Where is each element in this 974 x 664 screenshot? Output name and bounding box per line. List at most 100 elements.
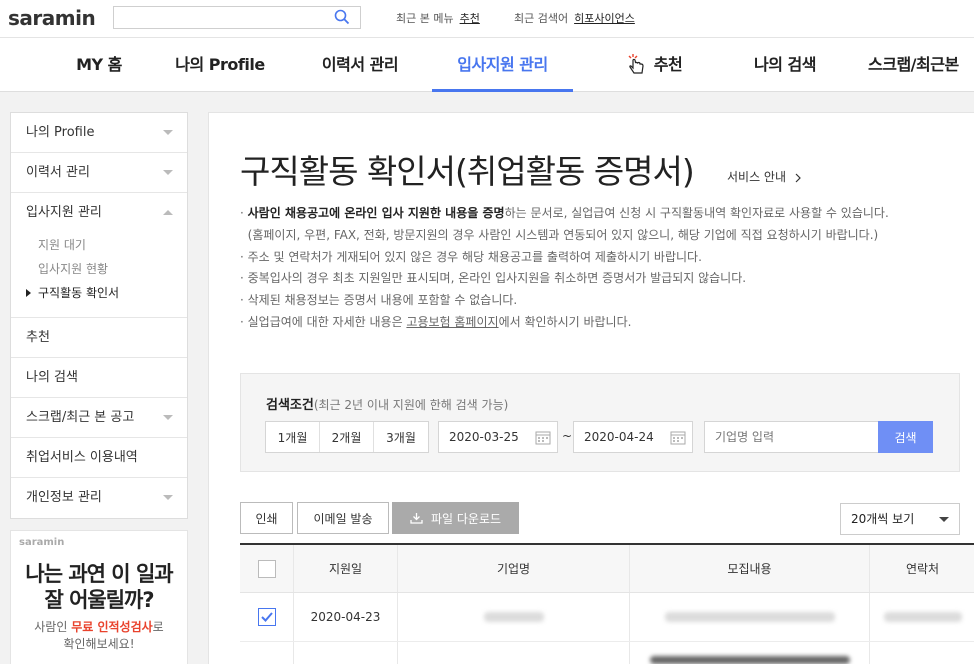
nav-my-profile[interactable]: 나의 Profile <box>160 38 280 92</box>
search-box[interactable] <box>113 6 361 29</box>
date-to-value: 2020-04-24 <box>584 430 654 444</box>
notice-list: · 사람인 채용공고에 온라인 입사 지원한 내용을 증명하는 문서로, 실업급… <box>240 203 970 334</box>
search-input[interactable] <box>120 7 330 28</box>
company-name-input[interactable] <box>704 421 880 453</box>
row-apply-date <box>294 642 398 664</box>
caret-down-icon <box>939 517 949 522</box>
per-page-select[interactable]: 20개씩 보기 <box>840 503 960 535</box>
row-checkbox-cell <box>240 593 294 641</box>
sidebar-item-label: 이력서 관리 <box>26 165 90 180</box>
search-button[interactable]: 검색 <box>878 421 933 453</box>
table-header: 지원일 기업명 모집내용 연락처 <box>240 545 974 593</box>
application-table: 지원일 기업명 모집내용 연락처 2020-04-23 <box>240 543 974 664</box>
nav-scrap-recent[interactable]: 스크랩/최근본 <box>868 38 974 92</box>
ad-subtitle: 사람인 무료 인적성검사로 확인해보세요! <box>11 619 187 653</box>
recent-search-label: 최근 검색어 <box>514 12 569 25</box>
row-company-redacted <box>398 642 630 664</box>
notice-item: · 실업급여에 대한 자세한 내용은 고용보험 홈페이지에서 확인하시기 바랍니… <box>240 314 632 329</box>
row-checkbox[interactable] <box>257 608 276 626</box>
nav-recommend[interactable]: 추천 <box>600 38 710 92</box>
nav-my-home[interactable]: MY 홈 <box>34 38 164 92</box>
header-contact: 연락처 <box>905 562 940 576</box>
sidebar-item-scrap[interactable]: 스크랩/최근 본 공고 <box>11 398 187 438</box>
employment-insurance-link[interactable]: 고용보험 홈페이지 <box>406 315 498 329</box>
email-send-button[interactable]: 이메일 발송 <box>297 502 389 534</box>
calendar-icon[interactable] <box>535 430 551 445</box>
notice-item: · 사람인 채용공고에 온라인 입사 지원한 내용을 증명하는 문서로, 실업급… <box>240 206 889 220</box>
sidebar-item-applications[interactable]: 입사지원 관리 <box>11 193 187 233</box>
date-from-value: 2020-03-25 <box>449 430 519 444</box>
service-guide-link[interactable]: 서비스 안내 <box>727 168 802 185</box>
recent-menu-link[interactable]: 추천 <box>460 12 480 25</box>
notice-text: 에서 확인하시기 바랍니다. <box>498 314 632 329</box>
period-2-month-button[interactable]: 2개월 <box>320 422 374 452</box>
row-checkbox-cell <box>240 642 294 664</box>
sidebar-item-personal-info[interactable]: 개인정보 관리 <box>11 478 187 518</box>
row-contact-redacted <box>870 593 974 641</box>
ad-sub-pre: 사람인 <box>34 620 72 634</box>
print-button[interactable]: 인쇄 <box>240 502 293 534</box>
redacted-text <box>664 612 835 622</box>
service-guide-label: 서비스 안내 <box>727 170 787 184</box>
period-1-month-button[interactable]: 1개월 <box>266 422 320 452</box>
saramin-logo[interactable]: saramin <box>8 6 96 30</box>
chevron-down-icon <box>163 130 173 135</box>
chevron-down-icon <box>163 170 173 175</box>
header-company: 기업명 <box>398 545 630 592</box>
ad-sub-highlight: 무료 인적성검사 <box>71 620 153 634</box>
notice-text: 실업급여에 대한 자세한 내용은 <box>247 314 407 329</box>
notice-text: (홈페이지, 우편, FAX, 전화, 방문지원의 경우 사람인 시스템과 연동… <box>247 227 879 242</box>
row-company-redacted <box>398 593 630 641</box>
notice-text: 삭제된 채용정보는 증명서 내용에 포함할 수 없습니다. <box>247 293 518 308</box>
sidebar-item-my-search[interactable]: 나의 검색 <box>11 358 187 398</box>
pointing-hand-icon <box>628 53 644 74</box>
recent-menu-label: 최근 본 메뉴 <box>396 12 454 25</box>
file-download-button[interactable]: 파일 다운로드 <box>392 502 519 534</box>
notice-item: · 삭제된 채용정보는 증명서 내용에 포함할 수 없습니다. <box>240 293 518 308</box>
sidebar-item-label: 개인정보 관리 <box>26 490 102 505</box>
sidebar-sub-pending[interactable]: 지원 대기 <box>11 233 187 257</box>
recent-menu: 최근 본 메뉴 추천 <box>396 10 480 26</box>
row-recruitment-redacted <box>630 593 870 641</box>
sidebar-item-resume[interactable]: 이력서 관리 <box>11 153 187 193</box>
notice-item: · 중복입사의 경우 최초 지원일만 표시되며, 온라인 입사지원을 취소하면 … <box>240 271 747 286</box>
search-icon[interactable] <box>334 9 350 25</box>
select-all-checkbox[interactable] <box>257 559 276 578</box>
header-apply-date: 지원일 <box>294 545 398 592</box>
page-title: 구직활동 확인서(취업활동 증명서) <box>240 152 695 191</box>
top-bar: saramin 최근 본 메뉴 추천 최근 검색어 히포사이언스 <box>0 0 974 38</box>
recent-search-link[interactable]: 히포사이언스 <box>574 12 635 25</box>
row-recruitment-redacted <box>630 642 870 664</box>
notice-text: 중복입사의 경우 최초 지원일만 표시되며, 온라인 입사지원을 취소하면 증명… <box>247 271 747 286</box>
sidebar-item-label: 입사지원 관리 <box>26 205 102 220</box>
sidebar-sub-status[interactable]: 입사지원 현황 <box>11 257 187 281</box>
sidebar-item-service-history[interactable]: 취업서비스 이용내역 <box>11 438 187 478</box>
calendar-icon[interactable] <box>670 430 686 445</box>
file-download-label: 파일 다운로드 <box>430 511 502 526</box>
ad-logo: saramin <box>19 537 65 548</box>
search-condition-label: 검색조건(최근 2년 이내 지원에 한해 검색 가능) <box>266 394 508 413</box>
date-to-field[interactable]: 2020-04-24 <box>573 421 693 453</box>
main-nav: MY 홈 나의 Profile 이력서 관리 입사지원 관리 추천 나의 검색 … <box>0 38 974 92</box>
notice-text: 주소 및 연락처가 게재되어 있지 않은 경우 해당 채용공고를 출력하여 제출… <box>247 249 702 264</box>
period-3-month-button[interactable]: 3개월 <box>374 422 428 452</box>
search-condition-note: (최근 2년 이내 지원에 한해 검색 가능) <box>313 398 509 412</box>
sidebar-sub-certificate[interactable]: 구직활동 확인서 <box>11 281 187 305</box>
row-contact-redacted <box>870 642 974 664</box>
date-from-field[interactable]: 2020-03-25 <box>438 421 558 453</box>
chevron-down-icon <box>163 415 173 420</box>
sidebar-group-applications: 입사지원 관리 지원 대기 입사지원 현황 구직활동 확인서 <box>11 193 187 318</box>
notice-item: (홈페이지, 우편, FAX, 전화, 방문지원의 경우 사람인 시스템과 연동… <box>240 225 970 247</box>
aptitude-test-ad[interactable]: saramin 나는 과연 이 일과 잘 어울릴까? 사람인 무료 인적성검사로… <box>10 530 188 664</box>
nav-applications[interactable]: 입사지원 관리 <box>432 38 573 92</box>
main-content: 구직활동 확인서(취업활동 증명서) 서비스 안내 · 사람인 채용공고에 온라… <box>208 112 974 664</box>
sidebar-item-profile[interactable]: 나의 Profile <box>11 113 187 153</box>
nav-resume[interactable]: 이력서 관리 <box>300 38 420 92</box>
sidebar-item-recommend[interactable]: 추천 <box>11 318 187 358</box>
nav-my-search[interactable]: 나의 검색 <box>730 38 840 92</box>
header-recruitment: 모집내용 <box>630 545 870 592</box>
ad-title: 나는 과연 이 일과 잘 어울릴까? <box>11 561 187 613</box>
table-row: 2020-04-23 <box>240 593 974 642</box>
redacted-text <box>649 656 850 664</box>
search-condition-title: 검색조건 <box>266 398 314 413</box>
